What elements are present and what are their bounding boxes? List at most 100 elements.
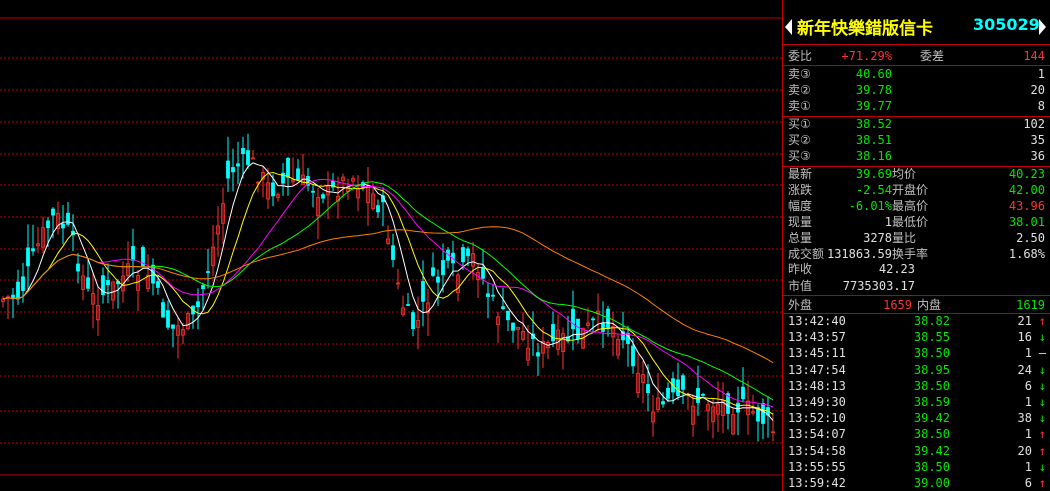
- tick-price: 38.59: [913, 395, 950, 409]
- stat-row: 现量 1 最低价 38.01: [783, 214, 1050, 230]
- candle-body: [46, 220, 50, 229]
- stat-label: 幅度: [788, 199, 813, 213]
- tick-direction-icon: ↓: [1038, 330, 1046, 345]
- candle-body: [231, 167, 235, 173]
- tick-row: 13:45:11 38.50 1 —: [783, 345, 1050, 361]
- candle-body: [201, 285, 205, 290]
- tick-row: 13:55:55 38.50 1 ↓: [783, 459, 1050, 475]
- prev-stock-arrow-icon[interactable]: [785, 19, 792, 35]
- stat-value: -6.01%: [848, 199, 892, 213]
- candles: [1, 133, 775, 442]
- tick-direction-icon: ↓: [1038, 459, 1046, 474]
- candle-body: [226, 160, 230, 179]
- order-volume: 35: [1030, 133, 1045, 147]
- stat-value: -2.54: [855, 183, 892, 197]
- quote-panel: 新年快樂錯版信卡 305029 委比 +71.29% 委差 144 卖③ 40.6…: [782, 0, 1050, 491]
- candle-body: [86, 277, 90, 289]
- stat-value: 39.69: [855, 167, 892, 181]
- candle-body: [601, 323, 605, 332]
- tick-time: 13:52:10: [788, 411, 846, 426]
- weibi-value: +71.29%: [841, 49, 892, 63]
- tick-row: 13:49:30 38.59 1 ↓: [783, 394, 1050, 410]
- candle-body: [196, 301, 200, 308]
- stat-value: 2.50: [1016, 231, 1045, 245]
- tick-direction-icon: ↑: [1038, 314, 1046, 328]
- buy-row: 买② 38.51 35: [783, 132, 1050, 148]
- tick-volume: 6: [1024, 476, 1032, 490]
- order-volume: 102: [1023, 117, 1045, 131]
- stat-value: 40.23: [1008, 167, 1045, 181]
- candle-body: [676, 379, 680, 397]
- candle-body: [171, 324, 175, 329]
- candle-body: [166, 310, 170, 328]
- stat-row: 总量 3278 量比 2.50: [783, 230, 1050, 246]
- candle-body: [536, 352, 540, 357]
- stat-value: 38.01: [1008, 215, 1045, 229]
- candle-body: [571, 308, 575, 330]
- candle-body: [66, 212, 70, 225]
- candle-body: [761, 403, 765, 424]
- outer-value: 1659: [883, 298, 912, 312]
- order-volume: 20: [1030, 83, 1045, 97]
- candlestick-chart[interactable]: [0, 0, 782, 491]
- stat-value: 1.68%: [1008, 247, 1045, 261]
- market-value-row: 市值 7735303.17: [783, 278, 1050, 294]
- tick-direction-icon: ↓: [1038, 395, 1046, 409]
- divider: [783, 295, 1050, 296]
- candle-body: [76, 263, 80, 272]
- stat-label: 最新: [788, 167, 813, 181]
- stat-value: 3278: [863, 231, 892, 245]
- candle-body: [431, 267, 435, 276]
- candle-body: [486, 293, 490, 297]
- tick-row: 13:54:07 38.50 1 ↑: [783, 426, 1050, 442]
- order-ratio-row: 委比 +71.29% 委差 144: [783, 48, 1050, 64]
- tick-row: 13:43:57 38.55 16 ↓: [783, 329, 1050, 345]
- tick-price: 38.50: [913, 346, 950, 361]
- candle-body: [701, 393, 705, 396]
- candle-body: [461, 247, 465, 263]
- tick-time: 13:54:07: [788, 427, 846, 442]
- stat-label: 现量: [788, 215, 813, 229]
- candle-body: [31, 248, 35, 252]
- tick-row: 13:59:42 39.00 6 ↑: [783, 475, 1050, 491]
- outer-inner-row: 外盘 1659 内盘 1619: [783, 297, 1050, 313]
- buy-row: 买① 38.52 102: [783, 116, 1050, 132]
- stat-label: 成交额: [788, 247, 825, 261]
- order-volume: 8: [1037, 99, 1045, 113]
- stat-label: 开盘价: [892, 183, 929, 197]
- order-price: 39.78: [855, 83, 892, 97]
- order-label: 卖②: [788, 83, 811, 97]
- candle-body: [511, 322, 515, 331]
- sell-row: 卖③ 40.60 1: [783, 66, 1050, 82]
- candle-body: [236, 163, 240, 167]
- stat-row: 幅度 -6.01% 最高价 43.96: [783, 198, 1050, 214]
- tick-direction-icon: ↑: [1038, 443, 1046, 458]
- prev-close-value: 42.23: [878, 262, 915, 276]
- tick-volume: 21: [1017, 314, 1032, 328]
- stat-row: 最新 39.69 均价 40.23: [783, 166, 1050, 182]
- candle-body: [506, 310, 510, 321]
- stock-header: 新年快樂錯版信卡 305029: [783, 0, 1050, 45]
- weicha-label: 委差: [920, 49, 945, 63]
- tick-volume: 1: [1024, 459, 1032, 474]
- tick-time: 13:59:42: [788, 476, 846, 490]
- tick-row: 13:47:54 38.95 24 ↓: [783, 362, 1050, 378]
- candle-body: [681, 375, 685, 390]
- candle-body: [271, 182, 275, 197]
- tick-price: 38.82: [913, 314, 950, 328]
- tick-price: 38.50: [913, 378, 950, 393]
- market-value-value: 7735303.17: [842, 279, 915, 293]
- tick-time: 13:47:54: [788, 362, 846, 377]
- tick-direction-icon: ↓: [1038, 378, 1046, 393]
- candle-body: [51, 208, 55, 216]
- order-label: 买②: [788, 133, 811, 147]
- market-value-label: 市值: [788, 279, 813, 293]
- next-stock-arrow-icon[interactable]: [1039, 19, 1046, 35]
- tick-volume: 1: [1024, 346, 1032, 361]
- candle-body: [466, 248, 470, 257]
- prev-close-row: 昨收 42.23: [783, 261, 1050, 277]
- candle-body: [696, 387, 700, 403]
- tick-price: 38.50: [913, 427, 950, 442]
- tick-time: 13:43:57: [788, 330, 846, 345]
- tick-row: 13:54:58 39.42 20 ↑: [783, 443, 1050, 459]
